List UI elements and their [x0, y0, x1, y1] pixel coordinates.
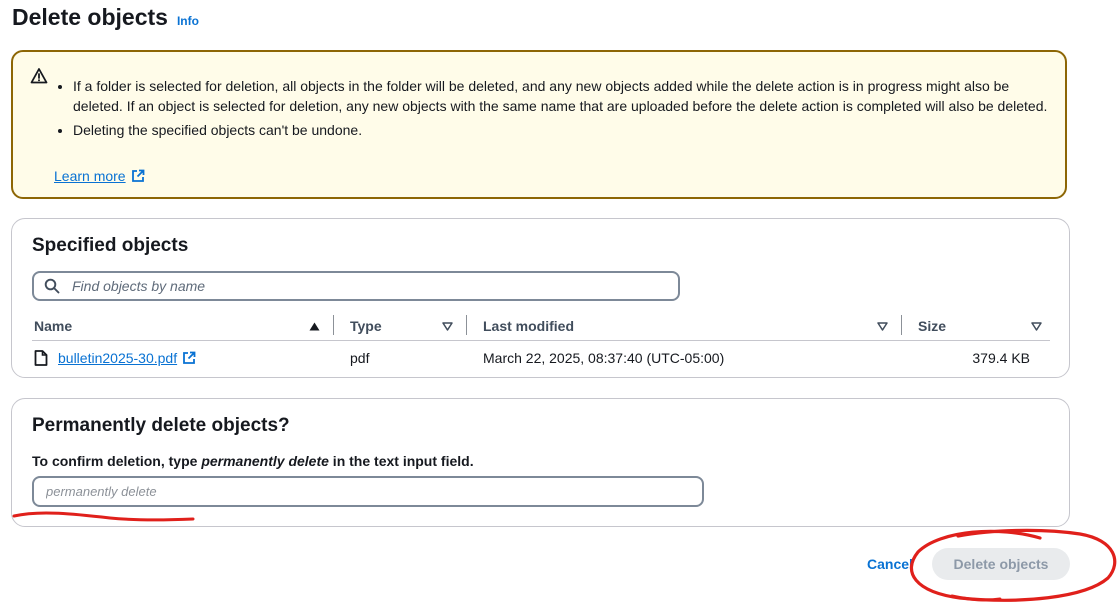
instruction-suffix: in the text input field. [328, 453, 474, 469]
external-link-icon [183, 351, 196, 364]
file-name-link[interactable]: bulletin2025-30.pdf [58, 350, 196, 366]
file-type: pdf [350, 350, 370, 366]
cancel-button[interactable]: Cancel [867, 556, 913, 572]
external-link-icon [131, 169, 144, 182]
learn-more-label: Learn more [54, 168, 126, 184]
specified-objects-panel: Specified objects Name Type Last modifie… [11, 218, 1070, 378]
file-name: bulletin2025-30.pdf [58, 350, 178, 366]
warning-alert: If a folder is selected for deletion, al… [11, 50, 1067, 199]
instruction-prefix: To confirm deletion, type [32, 453, 202, 469]
file-icon [34, 350, 48, 366]
column-divider[interactable] [333, 315, 334, 335]
instruction-keyword: permanently delete [201, 453, 329, 469]
sort-ascending-icon[interactable] [309, 322, 320, 331]
file-size: 379.4 KB [972, 350, 1030, 366]
alert-bullet: If a folder is selected for deletion, al… [73, 76, 1048, 116]
permanent-delete-title: Permanently delete objects? [32, 415, 290, 436]
specified-objects-title: Specified objects [32, 235, 189, 256]
column-header-size[interactable]: Size [918, 318, 946, 334]
learn-more-link[interactable]: Learn more [54, 168, 145, 184]
sort-caret-icon[interactable] [877, 322, 888, 331]
column-divider[interactable] [466, 315, 467, 335]
warning-icon [30, 68, 48, 84]
table-row: bulletin2025-30.pdf pdf March 22, 2025, … [32, 341, 1050, 375]
table-header: Name Type Last modified Size [32, 313, 1050, 341]
page-header: Delete objects Info [12, 4, 199, 31]
search-icon [44, 278, 60, 294]
delete-objects-button[interactable]: Delete objects [932, 548, 1070, 580]
info-link[interactable]: Info [177, 14, 199, 28]
permanent-delete-panel: Permanently delete objects? To confirm d… [11, 398, 1070, 527]
confirm-instruction: To confirm deletion, type permanently de… [32, 453, 474, 469]
objects-table: Name Type Last modified Size bulletin202… [32, 313, 1050, 375]
search-box[interactable] [32, 271, 680, 301]
alert-list: If a folder is selected for deletion, al… [55, 76, 1048, 144]
sort-caret-icon[interactable] [442, 322, 453, 331]
search-input[interactable] [70, 277, 654, 295]
confirm-deletion-input[interactable] [32, 476, 704, 507]
alert-bullet: Deleting the specified objects can't be … [73, 120, 1048, 140]
column-divider[interactable] [901, 315, 902, 335]
sort-caret-icon[interactable] [1031, 322, 1042, 331]
file-last-modified: March 22, 2025, 08:37:40 (UTC-05:00) [483, 350, 725, 366]
column-header-last-modified[interactable]: Last modified [483, 318, 574, 334]
column-header-type[interactable]: Type [350, 318, 382, 334]
page-title: Delete objects [12, 4, 168, 30]
column-header-name[interactable]: Name [34, 318, 72, 334]
